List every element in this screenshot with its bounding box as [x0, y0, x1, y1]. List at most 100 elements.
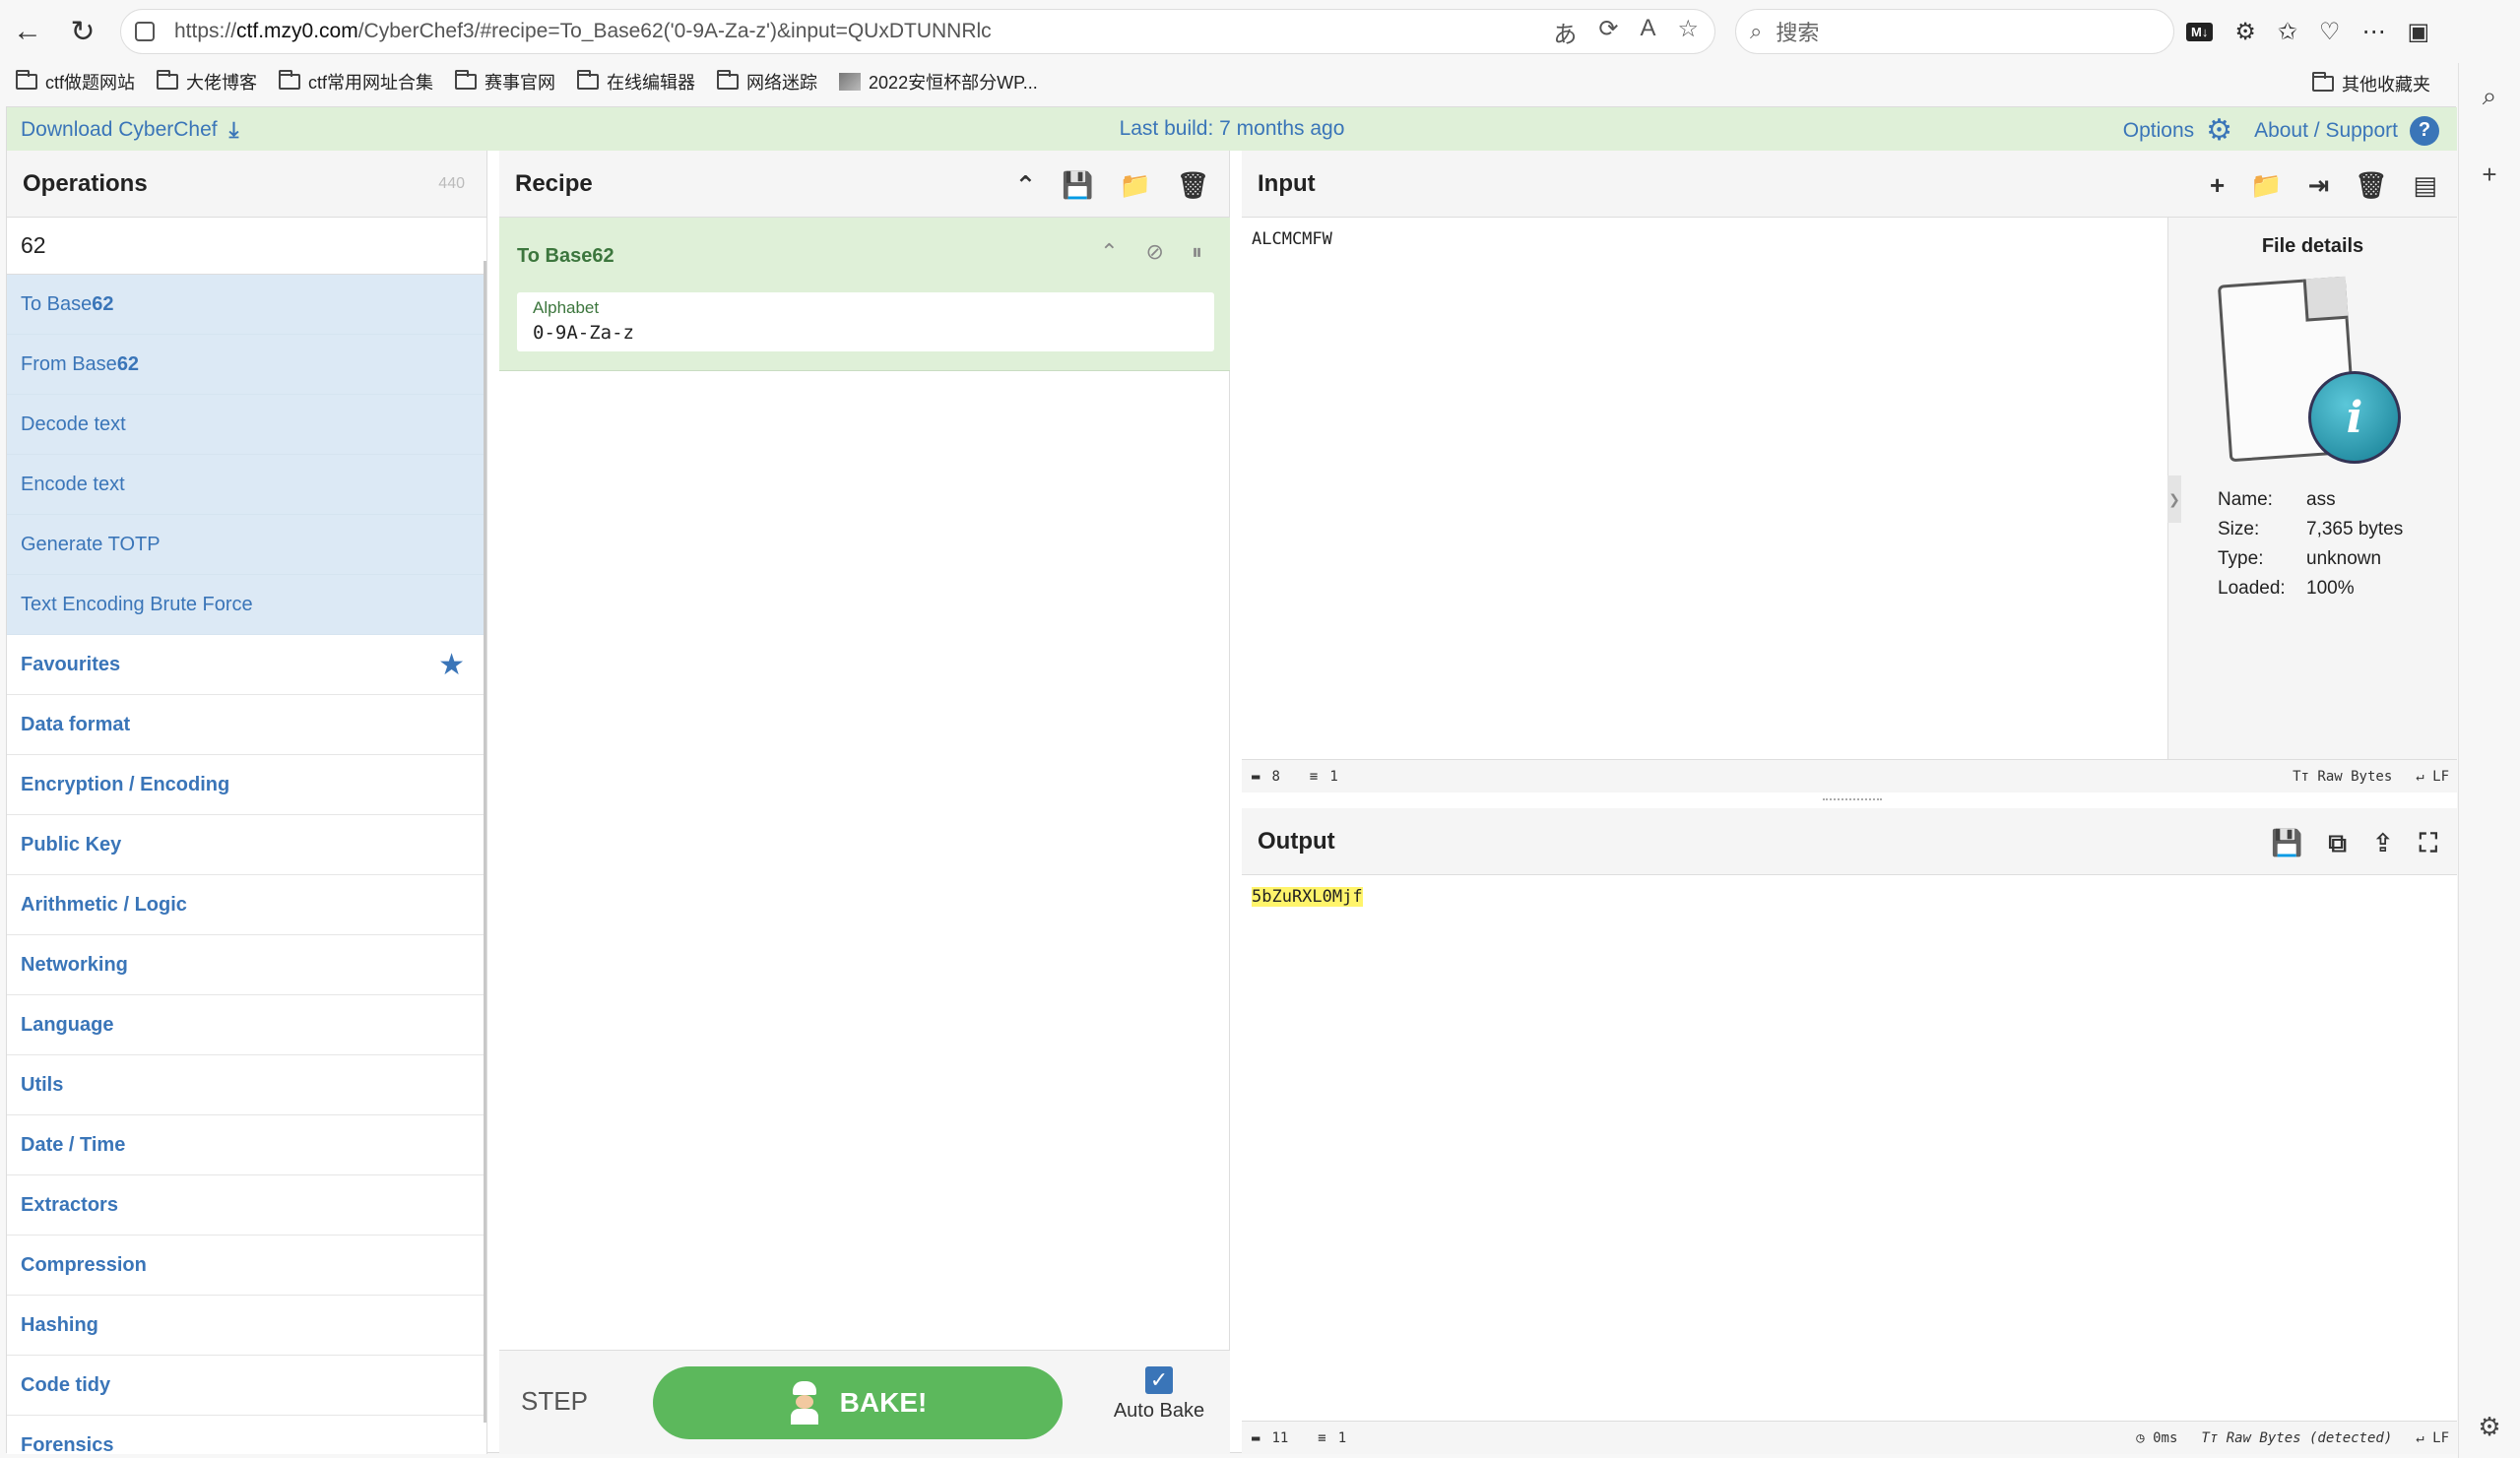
operations-scrollbar[interactable] [484, 261, 486, 1423]
file-details-title: File details [2261, 235, 2364, 257]
replace-input-icon[interactable]: ⇪ [2372, 828, 2394, 859]
browser-essentials-icon[interactable]: ♡ [2319, 18, 2341, 46]
sidebar-settings-icon[interactable]: ⚙ [2478, 1412, 2500, 1442]
bookmark-item[interactable]: 赛事官网 [455, 69, 555, 95]
alphabet-field[interactable]: Alphabet 0-9A-Za-z [517, 292, 1214, 351]
alphabet-value[interactable]: 0-9A-Za-z [533, 322, 1214, 344]
char-count-icon: ▬ [1252, 768, 1260, 785]
operations-header: Operations 440 [7, 151, 486, 218]
eol-return-icon: ↵ [2416, 768, 2424, 785]
read-aloud-icon[interactable]: A [1640, 15, 1655, 49]
input-encoding-select[interactable]: Tт Raw Bytes [2293, 769, 2392, 785]
bookmark-item[interactable]: ctf做题网站 [16, 69, 135, 95]
bookmark-item[interactable]: 在线编辑器 [577, 69, 695, 95]
category-encryption-encoding[interactable]: Encryption / Encoding [7, 755, 486, 815]
alphabet-label: Alphabet [533, 298, 600, 317]
output-encoding-select[interactable]: Tт Raw Bytes (detected) [2201, 1430, 2392, 1446]
category-public-key[interactable]: Public Key [7, 815, 486, 875]
translate-icon[interactable]: あ [1553, 15, 1577, 49]
operations-search-input[interactable]: 62 [7, 218, 486, 275]
favorite-star-icon[interactable]: ☆ [1677, 15, 1699, 49]
sidebar-toggle-icon[interactable]: ▣ [2407, 18, 2429, 46]
bookmark-item[interactable]: ctf常用网址合集 [279, 69, 433, 95]
clear-input-trash-icon[interactable]: 🗑 [2355, 170, 2387, 201]
line-count-icon: ≡ [1318, 1429, 1326, 1446]
category-date-time[interactable]: Date / Time [7, 1115, 486, 1175]
category-data-format[interactable]: Data format [7, 695, 486, 755]
last-build-link[interactable]: Last build: 7 months ago [1120, 117, 1345, 140]
step-button[interactable]: STEP [521, 1386, 588, 1417]
browser-sidebar: ⌕ + ⚙ [2458, 63, 2520, 1458]
breakpoint-pause-icon[interactable]: ⏸ [1192, 239, 1202, 265]
favourites-star-icon[interactable]: ★ [438, 648, 465, 682]
download-icon: ⤓ [228, 117, 239, 142]
output-eol-select[interactable]: ↵ LF [2416, 1430, 2449, 1446]
options-link[interactable]: Options [2123, 119, 2194, 143]
category-language[interactable]: Language [7, 995, 486, 1055]
category-forensics[interactable]: Forensics [7, 1416, 486, 1455]
category-arithmetic-logic[interactable]: Arithmetic / Logic [7, 875, 486, 935]
operations-title: Operations [23, 169, 148, 197]
open-file-icon[interactable]: ⇥ [2308, 170, 2330, 201]
collapse-chevron-icon[interactable]: ⌃ [1014, 170, 1036, 201]
more-menu-icon[interactable]: ⋯ [2361, 18, 2385, 46]
category-compression[interactable]: Compression [7, 1236, 486, 1296]
refresh-icon[interactable]: ↻ [55, 4, 110, 59]
sidebar-search-icon[interactable]: ⌕ [2483, 81, 2497, 112]
favorites-icon[interactable]: ✩ [2278, 18, 2297, 46]
add-tab-plus-icon[interactable]: + [2210, 170, 2225, 201]
category-hashing[interactable]: Hashing [7, 1296, 486, 1356]
input-char-count: 8 [1271, 768, 1280, 785]
file-details-collapse-icon[interactable]: ❯ [2167, 475, 2181, 523]
download-cyberchef-link[interactable]: Download CyberChef ⤓ [21, 117, 238, 143]
category-extractors[interactable]: Extractors [7, 1175, 486, 1236]
bookmark-item[interactable]: 2022安恒杯部分WP... [839, 69, 1038, 95]
clear-recipe-trash-icon[interactable]: 🗑 [1177, 170, 1209, 201]
open-folder-icon[interactable]: 📁 [2250, 170, 2282, 201]
operation-result-item[interactable]: Text Encoding Brute Force [7, 575, 486, 635]
output-value[interactable]: 5bZuRXL0Mjf [1252, 887, 1363, 907]
collapse-op-chevron-icon[interactable]: ⌃ [1100, 239, 1118, 265]
folder-icon [279, 70, 301, 90]
url-text[interactable]: https://ctf.mzy0.com/CyberChef3/#recipe=… [174, 20, 1553, 43]
output-textarea[interactable]: 5bZuRXL0Mjf [1242, 875, 2457, 1411]
back-icon[interactable]: ← [0, 4, 55, 59]
input-eol-select[interactable]: ↵ LF [2416, 769, 2449, 785]
about-support-link[interactable]: About / Support [2254, 119, 2398, 143]
maximise-output-icon[interactable]: ⛶ [2420, 828, 2437, 859]
operation-result-item[interactable]: Decode text [7, 395, 486, 455]
bookmark-item[interactable]: 网络迷踪 [717, 69, 817, 95]
auto-bake-checkbox[interactable]: ✓ [1145, 1366, 1173, 1394]
save-recipe-icon[interactable]: 💾 [1062, 170, 1093, 201]
browser-search-input[interactable]: ⌕ 搜索 [1735, 9, 2174, 54]
category-networking[interactable]: Networking [7, 935, 486, 995]
markdown-extension-icon[interactable]: M↓ [2186, 22, 2214, 41]
category-utils[interactable]: Utils [7, 1055, 486, 1115]
operation-result-item[interactable]: To Base 62 [7, 275, 486, 335]
disable-op-icon[interactable]: ⊘ [1146, 239, 1164, 265]
other-bookmarks[interactable]: 其他收藏夹 [2312, 71, 2430, 96]
extensions-icon[interactable]: ⚙ [2234, 18, 2256, 46]
help-icon[interactable]: ? [2410, 115, 2439, 146]
io-resize-handle[interactable] [1242, 792, 2457, 808]
operation-result-item[interactable]: From Base 62 [7, 335, 486, 395]
category-code-tidy[interactable]: Code tidy [7, 1356, 486, 1416]
load-recipe-folder-icon[interactable]: 📁 [1120, 170, 1151, 201]
category-favourites[interactable]: Favourites ★ [7, 635, 486, 695]
bookmark-item[interactable]: 大佬博客 [157, 69, 257, 95]
bake-button[interactable]: BAKE! [653, 1366, 1063, 1439]
address-bar[interactable]: https://ctf.mzy0.com/CyberChef3/#recipe=… [120, 9, 1715, 54]
reset-layout-icon[interactable]: ▤ [2413, 170, 2437, 201]
input-textarea[interactable]: ALCMCMFW [1242, 218, 2167, 759]
auto-bake-toggle[interactable]: ✓ Auto Bake [1100, 1366, 1218, 1423]
recipe-operation-to-base62[interactable]: To Base62 ⌃ ⊘ ⏸ Alphabet 0-9A-Za-z [499, 218, 1230, 371]
copy-output-icon[interactable]: ⧉ [2328, 828, 2347, 859]
sidebar-add-icon[interactable]: + [2482, 159, 2496, 190]
folder-icon [2312, 72, 2334, 92]
extension-refresh-icon[interactable]: ⟳ [1598, 15, 1618, 49]
operation-result-item[interactable]: Generate TOTP [7, 515, 486, 575]
gear-icon[interactable]: ⚙ [2206, 113, 2232, 148]
operation-result-item[interactable]: Encode text [7, 455, 486, 515]
site-info-icon[interactable] [135, 22, 155, 41]
save-output-icon[interactable]: 💾 [2271, 828, 2302, 859]
